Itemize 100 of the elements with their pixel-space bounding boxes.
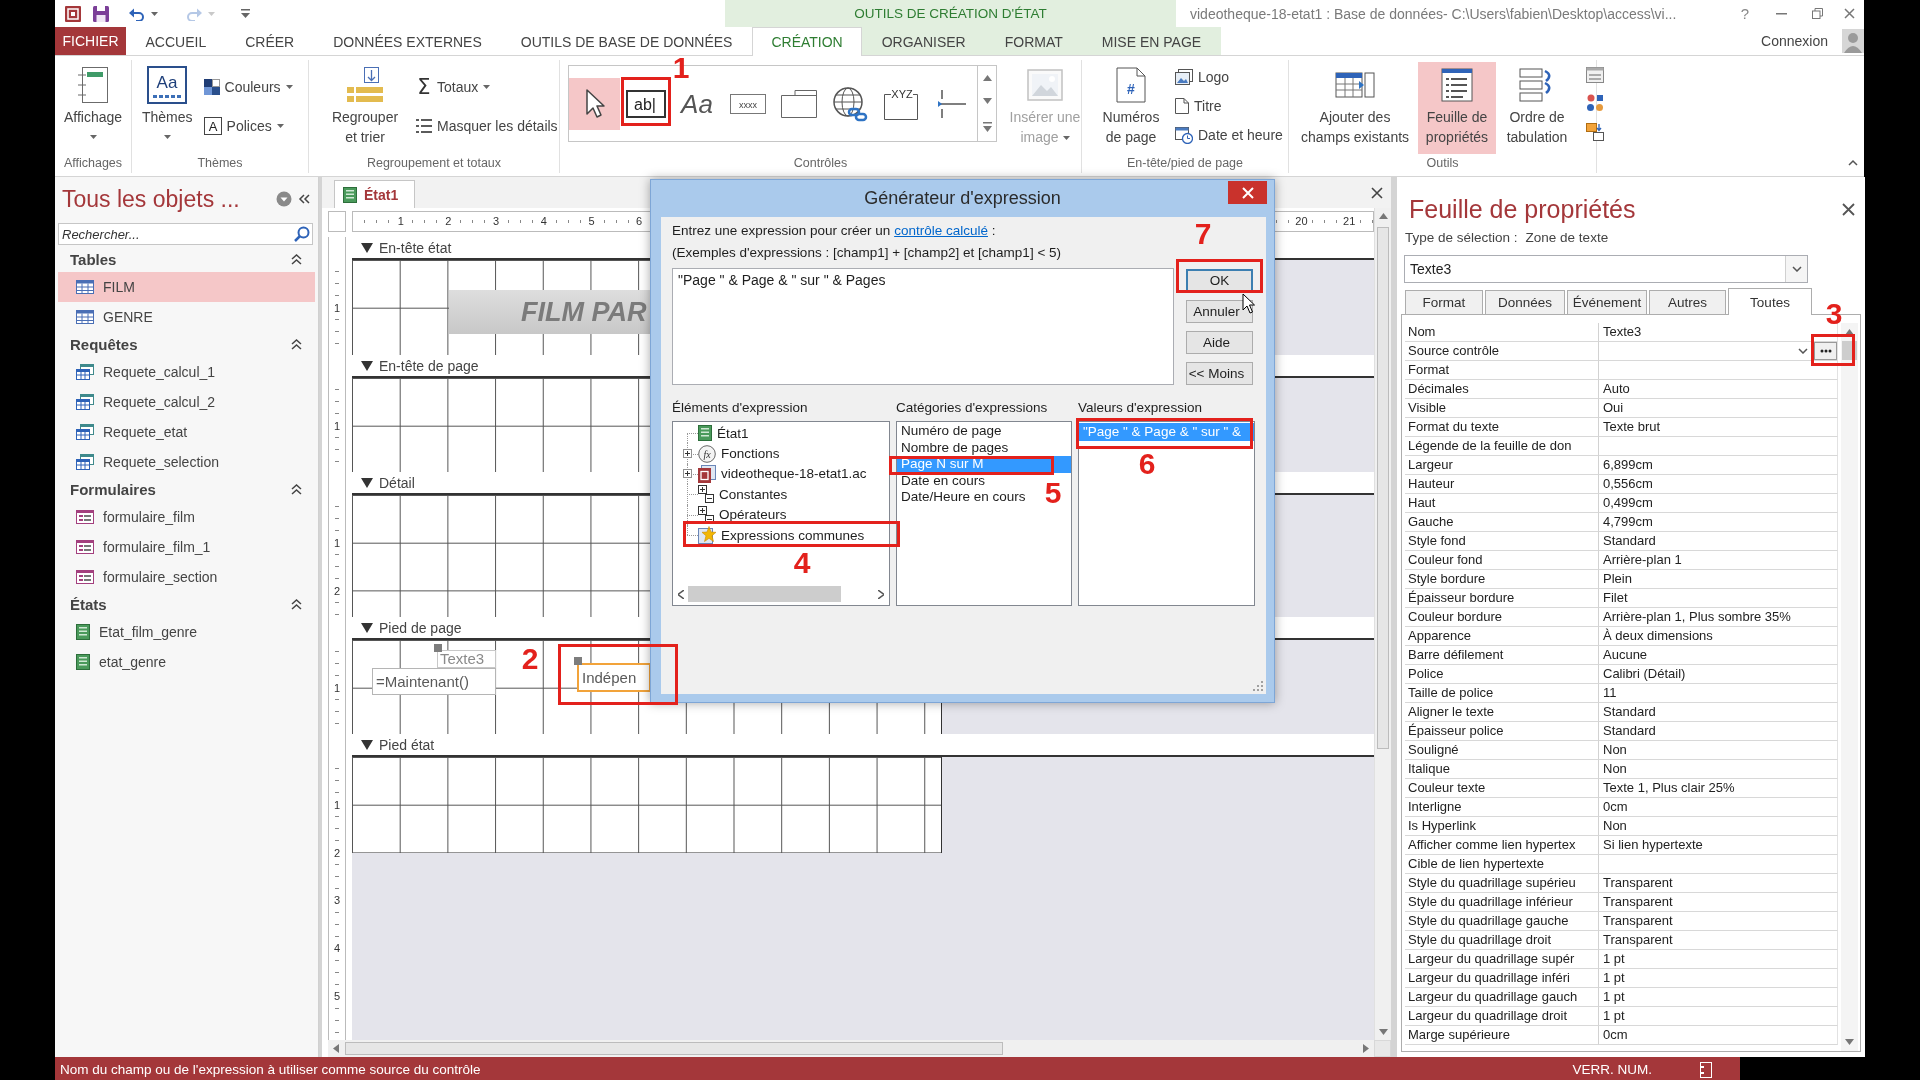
list-item[interactable]: Date/Heure en cours — [897, 489, 1030, 506]
property-value[interactable]: 4,799cm — [1599, 513, 1838, 532]
scroll-thumb[interactable] — [1377, 227, 1389, 749]
property-value[interactable]: À deux dimensions — [1599, 627, 1838, 646]
ribbon-tab[interactable]: FORMAT — [985, 27, 1083, 55]
vertical-scrollbar[interactable] — [1841, 323, 1858, 1051]
property-value[interactable]: Calibri (Détail) — [1599, 665, 1838, 684]
arrow-box-icon[interactable] — [1586, 123, 1604, 141]
property-value[interactable]: Standard — [1599, 703, 1838, 722]
property-value[interactable]: Filet — [1599, 589, 1838, 608]
dialog-button[interactable]: Aide — [1186, 331, 1253, 354]
property-value[interactable]: 6,899cm — [1599, 456, 1838, 475]
nav-item[interactable]: Requete_etat — [58, 417, 315, 447]
expression-field[interactable]: "Page " & Page & " sur " & Pages — [672, 268, 1174, 385]
view-button[interactable]: Affichage — [59, 65, 127, 157]
chevron-down-icon[interactable] — [1798, 348, 1808, 354]
property-value[interactable]: 1 pt — [1599, 950, 1838, 969]
property-value[interactable]: Arrière-plan 1 — [1599, 551, 1838, 570]
help-button[interactable]: ? — [1740, 5, 1750, 22]
chevron-up-icon[interactable] — [1848, 159, 1858, 166]
scroll-up-icon[interactable] — [1378, 213, 1388, 219]
ribbon-tab[interactable]: OUTILS DE BASE DE DONNÉES — [501, 27, 752, 55]
builder-button[interactable] — [1814, 342, 1837, 360]
property-value[interactable]: Auto — [1599, 380, 1838, 399]
fonts-button[interactable]: A Polices — [200, 111, 296, 141]
property-value[interactable]: Standard — [1599, 532, 1838, 551]
text-box-tool[interactable]: ab| — [620, 77, 671, 130]
tree-item[interactable]: Expressions communes — [698, 524, 865, 546]
property-value[interactable]: 11 — [1599, 684, 1838, 703]
list-item[interactable]: Numéro de page — [897, 423, 1006, 440]
ribbon-tab[interactable]: MISE EN PAGE — [1082, 27, 1221, 55]
totals-button[interactable]: Σ Totaux — [413, 72, 561, 102]
calculated-control-link[interactable]: contrôle calculé — [894, 223, 988, 238]
tab-order-button[interactable]: Ordre de tabulation — [1498, 65, 1576, 157]
scroll-thumb[interactable] — [345, 1042, 1003, 1055]
property-value[interactable]: Aucune — [1599, 646, 1838, 665]
property-value[interactable]: 0,556cm — [1599, 475, 1838, 494]
tree-item[interactable]: Constantes — [698, 484, 788, 505]
property-value[interactable]: Transparent — [1599, 912, 1838, 931]
nav-item[interactable]: GENRE — [58, 302, 315, 332]
property-value[interactable]: 0cm — [1599, 1026, 1838, 1045]
property-value[interactable]: Oui — [1599, 399, 1838, 418]
group-sort-button[interactable]: Regrouper et trier — [323, 65, 407, 157]
property-tab[interactable]: Autres — [1649, 290, 1726, 314]
hide-details-button[interactable]: Masquer les détails — [413, 111, 561, 141]
nav-item[interactable]: Etat_film_genre — [58, 617, 315, 647]
tree-item[interactable]: videotheque-18-etat1.ac — [698, 463, 867, 485]
property-tab[interactable]: Format — [1405, 290, 1483, 314]
scroll-thumb[interactable] — [688, 586, 841, 602]
document-tab[interactable]: État1 — [334, 180, 416, 208]
property-sheet-button[interactable]: Feuille de propriétés — [1418, 62, 1496, 154]
nav-item[interactable]: Requete_calcul_1 — [58, 357, 315, 387]
scroll-right-icon[interactable] — [1363, 1044, 1369, 1053]
scroll-down-icon[interactable] — [1378, 1029, 1388, 1035]
sign-in-link[interactable]: Connexion — [1761, 33, 1828, 49]
double-chevron-up-icon[interactable] — [291, 339, 302, 350]
group-header[interactable]: Tables — [55, 247, 318, 272]
expand-icon[interactable] — [682, 449, 692, 459]
close-icon[interactable] — [1844, 8, 1855, 19]
restore-icon[interactable] — [1811, 8, 1823, 19]
ribbon-tab[interactable]: CRÉATION — [751, 27, 863, 56]
property-value[interactable]: Transparent — [1599, 931, 1838, 950]
double-chevron-up-icon[interactable] — [291, 254, 302, 265]
customize-icon[interactable] — [241, 9, 250, 18]
double-chevron-up-icon[interactable] — [291, 484, 302, 495]
property-value[interactable]: Transparent — [1599, 893, 1838, 912]
scroll-down-icon[interactable] — [982, 98, 992, 105]
more-icon[interactable] — [982, 122, 992, 133]
title-button[interactable]: Titre — [1172, 94, 1286, 118]
colors-button[interactable]: Couleurs — [200, 72, 296, 102]
window-icon[interactable] — [1586, 67, 1604, 83]
save-icon[interactable] — [93, 5, 109, 22]
property-value[interactable]: Si lien hypertexte — [1599, 836, 1838, 855]
nav-item[interactable]: formulaire_section — [58, 562, 315, 592]
scroll-up-icon[interactable] — [982, 74, 992, 81]
tree-item[interactable]: État1 — [698, 423, 749, 444]
report-text-box[interactable]: =Maintenant() — [372, 668, 496, 695]
layout-icon[interactable] — [1700, 1061, 1714, 1078]
file-tab[interactable]: FICHIER — [55, 27, 126, 55]
property-value[interactable]: 1 pt — [1599, 1007, 1838, 1026]
property-value[interactable]: 1 pt — [1599, 969, 1838, 988]
property-value[interactable]: Non — [1599, 760, 1838, 779]
tree-item[interactable]: Opérateurs — [698, 504, 787, 525]
scroll-right-icon[interactable] — [878, 589, 884, 599]
nav-item[interactable]: Requete_calcul_2 — [58, 387, 315, 417]
scroll-left-icon[interactable] — [333, 1044, 339, 1053]
dialog-button[interactable]: Annuler — [1186, 300, 1253, 323]
chevron-down-icon[interactable] — [1791, 266, 1802, 272]
property-value[interactable]: 0,499cm — [1599, 494, 1838, 513]
dialog-button[interactable]: << Moins — [1186, 362, 1253, 385]
close-icon[interactable] — [1371, 186, 1383, 199]
property-value[interactable]: Arrière-plan 1, Plus sombre 35% — [1599, 608, 1838, 627]
scroll-up-icon[interactable] — [1845, 329, 1854, 335]
property-value[interactable]: Texte 1, Plus clair 25% — [1599, 779, 1838, 798]
vertical-scrollbar[interactable] — [1374, 208, 1391, 1040]
caret-icon[interactable] — [151, 11, 158, 16]
horizontal-scrollbar[interactable] — [328, 1040, 1374, 1057]
option-group-tool[interactable]: XYZ — [875, 77, 926, 130]
expand-icon[interactable] — [682, 469, 692, 479]
property-value[interactable]: Plein — [1599, 570, 1838, 589]
